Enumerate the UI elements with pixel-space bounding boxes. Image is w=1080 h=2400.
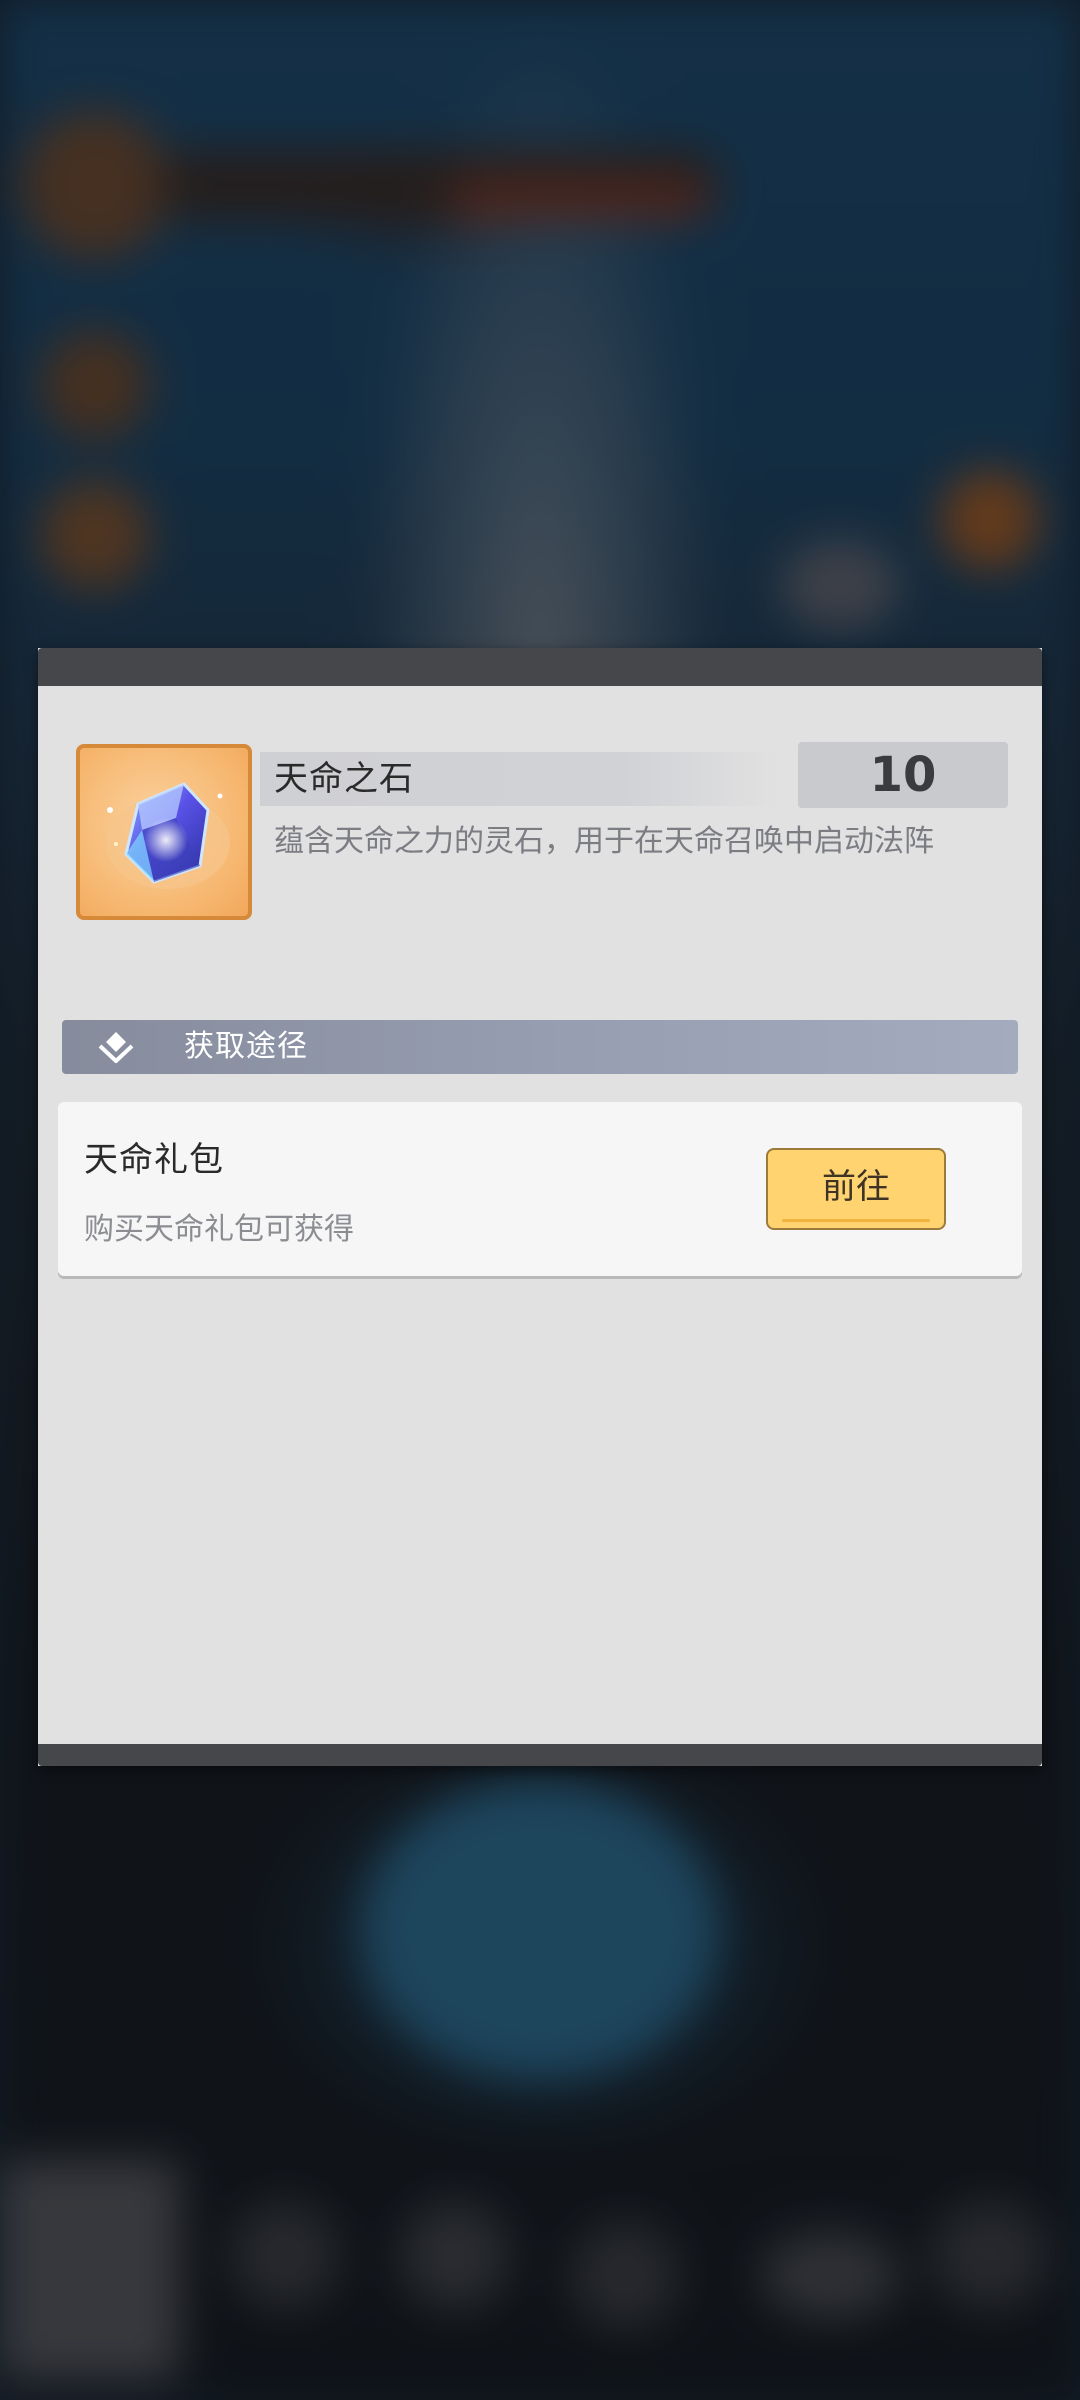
source-description: 购买天命礼包可获得 — [84, 1212, 354, 1247]
section-header-sources: 获取途径 — [62, 1020, 1018, 1074]
section-title: 获取途径 — [184, 1029, 308, 1064]
destiny-stone-gem-icon — [76, 744, 252, 920]
go-button-label: 前往 — [822, 1167, 890, 1207]
dialog-top-frame — [38, 648, 1042, 686]
item-name: 天命之石 — [274, 759, 414, 799]
item-description: 蕴含天命之力的灵石，用于在天命召唤中启动法阵 — [274, 824, 934, 859]
go-button[interactable]: 前往 — [766, 1148, 946, 1230]
item-info-dialog: 天命之石 10 蕴含天命之力的灵石，用于在天命召唤中启动法阵 获取途径 天命礼包… — [38, 648, 1042, 1766]
dialog-bottom-frame — [38, 1744, 1042, 1766]
gem-graphic — [106, 782, 230, 889]
source-list-item: 天命礼包 购买天命礼包可获得 前往 — [58, 1102, 1022, 1276]
item-count-badge: 10 — [798, 742, 1008, 808]
go-button-underline — [782, 1219, 930, 1222]
source-title: 天命礼包 — [84, 1140, 224, 1180]
game-screen: 天命之石 10 蕴含天命之力的灵石，用于在天命召唤中启动法阵 获取途径 天命礼包… — [0, 0, 1080, 2400]
diamond-chevron-icon — [98, 1032, 134, 1063]
item-count: 10 — [869, 747, 937, 803]
